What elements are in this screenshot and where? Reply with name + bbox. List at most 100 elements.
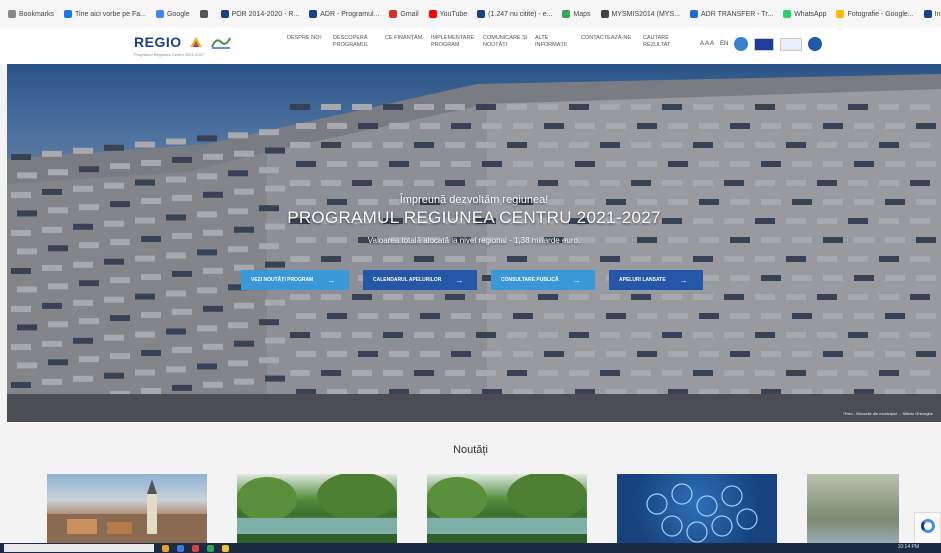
bookmark-favicon-icon: [923, 10, 932, 18]
public-consultation-button[interactable]: Consultare publică →: [491, 270, 595, 290]
bookmark-favicon-icon: [199, 10, 208, 18]
call-calendar-label: Calendarul apelurilor: [373, 277, 442, 283]
bookmark-item[interactable]: [199, 10, 211, 18]
news-card-1[interactable]: [47, 474, 207, 549]
park-pond-image: [427, 474, 587, 549]
bookmark-favicon-icon: [689, 10, 698, 18]
bookmark-item[interactable]: YouTube: [428, 10, 468, 18]
bookmark-item[interactable]: ADR - Programul...: [309, 10, 379, 18]
bookmark-favicon-icon: [220, 10, 229, 18]
bookmark-item[interactable]: MYSMIS2014 (MYS...: [600, 10, 680, 18]
bookmark-item[interactable]: Bookmarks: [8, 10, 54, 18]
taskbar-app-icon[interactable]: [222, 544, 229, 552]
bookmark-label: Gmail: [400, 10, 419, 18]
region-logo-icon: [210, 37, 231, 49]
bookmark-item[interactable]: WhatsApp: [783, 10, 826, 18]
taskbar-app-icon[interactable]: [177, 544, 184, 552]
bookmark-favicon-icon: [783, 10, 792, 18]
bookmark-label: Fotografie - Google...: [847, 10, 914, 18]
bookmark-item[interactable]: Inbox (137) - adr.ce...: [923, 10, 941, 18]
nav-descopera-programul[interactable]: Descoperă programul: [333, 35, 385, 49]
bookmark-label: Google: [166, 10, 190, 18]
bookmark-item[interactable]: (1.247 nu citite) - e...: [477, 10, 552, 18]
bookmark-label: Maps: [573, 10, 591, 18]
taskbar-app-icon[interactable]: [192, 544, 199, 552]
bookmark-favicon-icon: [8, 10, 16, 18]
bookmark-item[interactable]: Maps: [562, 10, 591, 18]
news-card-5[interactable]: [807, 474, 899, 549]
launched-calls-label: Apeluri lansate: [619, 277, 666, 283]
header-tools: A A A EN: [700, 37, 823, 51]
language-switch[interactable]: EN: [720, 41, 728, 47]
park-pond-image: [237, 474, 397, 549]
town-church-image: [47, 479, 207, 549]
bookmark-favicon-icon: [309, 10, 318, 18]
search-icon[interactable]: [808, 37, 823, 51]
bookmark-item[interactable]: Fotografie - Google...: [836, 10, 914, 18]
bookmark-label: ADR TRANSFER - Tr...: [700, 10, 774, 18]
arrow-right-icon: →: [679, 275, 688, 285]
os-taskbar: 10:14 PM: [0, 543, 941, 553]
bookmark-label: Inbox (137) - adr.ce...: [934, 10, 941, 18]
nav-implementare-program[interactable]: Implementare program: [431, 35, 483, 49]
call-calendar-button[interactable]: Calendarul apelurilor →: [363, 270, 477, 290]
taskbar-app-icon[interactable]: [207, 544, 214, 552]
logo-subtitle: Programul Regiunea Centru 2021-2027: [134, 52, 205, 57]
main-nav: Despre noi Descoperă programul Ce finanț…: [287, 35, 689, 49]
bookmark-favicon-icon: [389, 10, 398, 18]
hero-banner: Împreună dezvoltăm regiunea! PROGRAMUL R…: [7, 64, 941, 422]
bookmark-favicon-icon: [836, 10, 845, 18]
taskbar-clock: 10:14 PM: [897, 544, 919, 550]
news-section-title: Noutăți: [453, 444, 488, 456]
bookmark-favicon-icon: [428, 10, 437, 18]
launched-calls-button[interactable]: Apeluri lansate →: [609, 270, 703, 290]
bookmark-label: (1.247 nu citite) - e...: [488, 10, 553, 18]
bookmark-favicon-icon: [477, 10, 486, 18]
bookmark-item[interactable]: Google: [155, 10, 190, 18]
bookmark-label: ADR - Programul...: [320, 10, 380, 18]
hero-buttons: Vezi noutăți program → Calendarul apelur…: [241, 270, 703, 290]
bookmark-item[interactable]: POR 2014-2020 - R...: [220, 10, 300, 18]
bookmark-favicon-icon: [600, 10, 609, 18]
logo-text: REGIO: [134, 34, 182, 50]
news-card-4[interactable]: [617, 474, 777, 549]
bookmark-favicon-icon: [64, 10, 73, 18]
nav-comunicare-noutati[interactable]: Comunicare și noutăți: [483, 35, 535, 49]
arrow-right-icon: →: [327, 275, 336, 285]
hero-tagline: Împreună dezvoltăm regiunea!: [399, 194, 549, 206]
news-program-button[interactable]: Vezi noutăți program →: [241, 270, 349, 290]
recaptcha-badge[interactable]: [914, 512, 941, 546]
nav-ce-finantam[interactable]: Ce finanțăm: [385, 35, 431, 49]
bookmarks-bar: Bookmarks Tine aici vorbe pe Fa... Google P…: [0, 0, 941, 28]
news-card-3[interactable]: [427, 474, 587, 549]
nav-alte-informatii[interactable]: Alte informații: [535, 35, 581, 49]
bookmark-favicon-icon: [562, 10, 571, 18]
bookmark-item[interactable]: Gmail: [389, 10, 419, 18]
bookmark-item[interactable]: Tine aici vorbe pe Fa...: [64, 10, 146, 18]
nav-contacteaza-ne[interactable]: Contactează-ne: [581, 35, 643, 49]
hero-subtitle: Valoarea totală alocată la nivel regiona…: [367, 236, 581, 245]
bookmark-label: Bookmarks: [19, 10, 55, 18]
accessibility-icon[interactable]: [734, 37, 749, 51]
bookmark-favicon-icon: [155, 10, 164, 18]
bookmark-label: WhatsApp: [794, 10, 827, 18]
taskbar-app-icon[interactable]: [162, 544, 169, 552]
site-logo[interactable]: REGIO Programul Regiunea Centru 2021-202…: [134, 34, 232, 57]
bookmark-label: POR 2014-2020 - R...: [231, 10, 300, 18]
font-size-control[interactable]: A A A: [700, 41, 714, 47]
logo-star-icon: [189, 37, 202, 47]
site-header: REGIO Programul Regiunea Centru 2021-202…: [0, 28, 941, 64]
arrow-right-icon: →: [455, 275, 464, 285]
bookmark-label: YouTube: [439, 10, 468, 18]
taskbar-search[interactable]: [4, 544, 154, 552]
nav-despre-noi[interactable]: Despre noi: [287, 35, 333, 49]
nav-cautare-rezultat[interactable]: Cautare rezultat: [643, 35, 689, 49]
bookmark-item[interactable]: ADR TRANSFER - Tr...: [689, 10, 774, 18]
bookmark-label: MYSMIS2014 (MYS...: [611, 10, 680, 18]
recaptcha-icon: [920, 519, 935, 533]
arrow-right-icon: →: [572, 275, 581, 285]
government-logo: [780, 37, 803, 51]
news-program-label: Vezi noutăți program: [251, 277, 314, 283]
news-card-2[interactable]: [237, 474, 397, 549]
public-consultation-label: Consultare publică: [501, 277, 559, 283]
